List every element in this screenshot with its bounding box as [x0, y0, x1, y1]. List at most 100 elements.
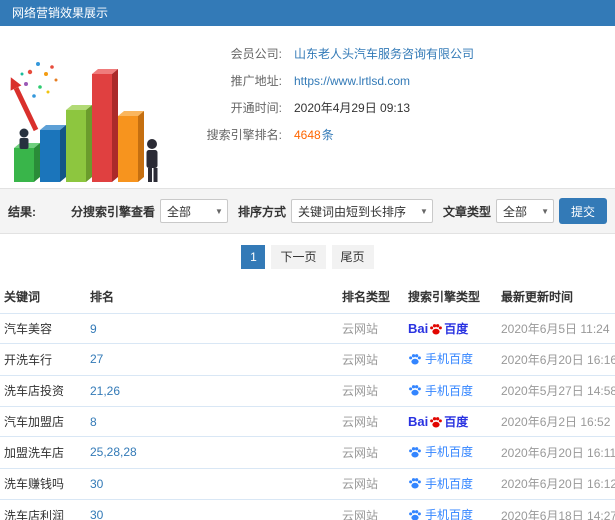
update-time-cell: 2020年6月20日 16:12 [497, 468, 615, 500]
rank-link[interactable]: 30 [90, 508, 103, 520]
engine-rank-value: 4648 [294, 127, 321, 142]
engine-filter-select[interactable]: 全部 ▼ [159, 199, 228, 223]
page-title: 网络营销效果展示 [12, 6, 109, 20]
article-type-label: 文章类型 [442, 204, 491, 219]
baidu-logo: Bai 百度 [408, 321, 469, 336]
keyword-cell: 汽车美容 [0, 313, 86, 344]
rank-cell: 30 [86, 499, 338, 520]
bar-lightgreen [66, 105, 92, 182]
rank-cell: 8 [86, 406, 338, 437]
summary-section: 会员公司: 山东老人头汽车服务咨询有限公司 推广地址: https://www.… [0, 26, 615, 188]
rank-type-cell: 云网站 [338, 499, 404, 520]
keyword-cell: 汽车加盟店 [0, 406, 86, 437]
sort-filter-label: 排序方式 [237, 204, 286, 219]
page-1-button[interactable]: 1 [241, 245, 266, 269]
engine-type-cell: Bai 百度 [404, 313, 497, 344]
rank-type-cell: 云网站 [338, 375, 404, 407]
paw-icon [409, 446, 421, 458]
info-row-open-time: 开通时间: 2020年4月29日 09:13 [182, 94, 474, 121]
rank-cell: 25,28,28 [86, 436, 338, 469]
update-time-cell: 2020年6月18日 14:27 [497, 499, 615, 520]
table-row: 洗车赚钱吗 30 云网站 手机百度 2020年6月20日 16:12 [0, 468, 615, 500]
submit-button[interactable]: 提交 [558, 198, 607, 224]
mobile-baidu-logo: 手机百度 [408, 475, 473, 492]
rank-link[interactable]: 30 [90, 477, 103, 491]
person-figure-left [19, 128, 29, 149]
rank-type-cell: 云网站 [338, 436, 404, 469]
sort-filter-select[interactable]: 关键词由短到长排序 ▼ [290, 199, 433, 223]
mobile-baidu-logo: 手机百度 [408, 350, 473, 367]
engine-type-cell: 手机百度 [404, 343, 497, 376]
paw-icon [409, 385, 421, 396]
keyword-cell: 洗车店利润 [0, 499, 86, 520]
column-header: 搜索引擎类型 [404, 280, 497, 314]
info-row-engine-rank: 搜索引擎排名: 4648 条 [182, 121, 474, 148]
rank-cell: 9 [86, 313, 338, 344]
last-page-button[interactable]: 尾页 [331, 245, 374, 269]
table-header-row: 关键词 排名 排名类型 搜索引擎类型 最新更新时间 [0, 280, 615, 314]
mobile-baidu-logo: 手机百度 [408, 506, 473, 520]
update-time-cell: 2020年6月2日 16:52 [497, 406, 615, 437]
rank-link[interactable]: 9 [90, 322, 97, 336]
column-header: 排名类型 [338, 280, 404, 314]
keyword-cell: 洗车赚钱吗 [0, 468, 86, 500]
member-company-label: 会员公司: [230, 47, 282, 61]
paw-icon [409, 509, 421, 520]
paw-icon [409, 353, 421, 365]
table-row: 加盟洗车店 25,28,28 云网站 手机百度 2020年6月20日 16:11 [0, 436, 615, 469]
update-time-cell: 2020年6月20日 16:16 [497, 343, 615, 376]
engine-type-cell: 手机百度 [404, 468, 497, 500]
keyword-cell: 洗车店投资 [0, 375, 86, 407]
paw-icon [430, 323, 443, 335]
column-header: 关键词 [0, 280, 86, 314]
filter-controls: 分搜索引擎查看 全部 ▼ 排序方式 关键词由短到长排序 ▼ 文章类型 全部 ▼ … [66, 198, 607, 224]
info-row-url: 推广地址: https://www.lrtlsd.com [182, 67, 474, 94]
ranking-table: 关键词 排名 排名类型 搜索引擎类型 最新更新时间 汽车美容 9 云网站 Bai 百度 2020年… [0, 280, 615, 520]
table-row: 洗车店投资 21,26 云网站 手机百度 2020年5月27日 14:58 [0, 375, 615, 407]
column-header: 排名 [86, 280, 338, 314]
result-label: 结果: [8, 204, 36, 219]
mobile-baidu-logo: 手机百度 [408, 443, 473, 460]
bar-red [92, 69, 118, 182]
paw-icon [430, 416, 443, 428]
bar-orange [118, 111, 144, 182]
engine-rank-label: 搜索引擎排名: [206, 128, 282, 142]
pagination: 1 下一页 尾页 [0, 234, 615, 280]
engine-type-cell: 手机百度 [404, 436, 497, 469]
info-row-company: 会员公司: 山东老人头汽车服务咨询有限公司 [182, 40, 474, 67]
table-row: 开洗车行 27 云网站 手机百度 2020年6月20日 16:16 [0, 343, 615, 376]
bar-chart-graphic [10, 62, 158, 182]
engine-filter-label: 分搜索引擎查看 [70, 204, 155, 219]
chevron-down-icon: ▼ [541, 206, 549, 216]
rank-link[interactable]: 25,28,28 [90, 445, 137, 459]
engine-type-cell: 手机百度 [404, 499, 497, 520]
chevron-down-icon: ▼ [215, 206, 223, 216]
table-row: 洗车店利润 30 云网站 手机百度 2020年6月18日 14:27 [0, 499, 615, 520]
filter-bar: 结果: 分搜索引擎查看 全部 ▼ 排序方式 关键词由短到长排序 ▼ 文章类型 全… [0, 188, 615, 234]
update-time-cell: 2020年6月5日 11:24 [497, 313, 615, 344]
baidu-logo: Bai 百度 [408, 414, 469, 429]
engine-type-cell: 手机百度 [404, 375, 497, 407]
rank-type-cell: 云网站 [338, 343, 404, 376]
engine-type-cell: Bai 百度 [404, 406, 497, 437]
rank-cell: 21,26 [86, 375, 338, 407]
rank-type-cell: 云网站 [338, 406, 404, 437]
article-type-select[interactable]: 全部 ▼ [495, 199, 554, 223]
person-figure-right [146, 139, 158, 182]
table-row: 汽车美容 9 云网站 Bai 百度 2020年6月5日 11:24 [0, 313, 615, 344]
open-time-label: 开通时间: [230, 101, 282, 115]
open-time-value: 2020年4月29日 09:13 [294, 101, 411, 115]
member-company-link[interactable]: 山东老人头汽车服务咨询有限公司 [294, 45, 474, 62]
bar-blue [40, 125, 66, 182]
rank-link[interactable]: 8 [90, 415, 97, 429]
promo-url-link[interactable]: https://www.lrtlsd.com [294, 74, 410, 88]
rank-cell: 30 [86, 468, 338, 500]
paw-icon [409, 478, 421, 489]
page-header-bar: 网络营销效果展示 [0, 0, 615, 26]
table-row: 汽车加盟店 8 云网站 Bai 百度 2020年6月2日 16:52 [0, 406, 615, 437]
rank-type-cell: 云网站 [338, 313, 404, 344]
rank-link[interactable]: 27 [90, 352, 103, 366]
next-page-button[interactable]: 下一页 [271, 245, 326, 269]
rank-link[interactable]: 21,26 [90, 384, 120, 398]
column-header: 最新更新时间 [497, 280, 615, 314]
